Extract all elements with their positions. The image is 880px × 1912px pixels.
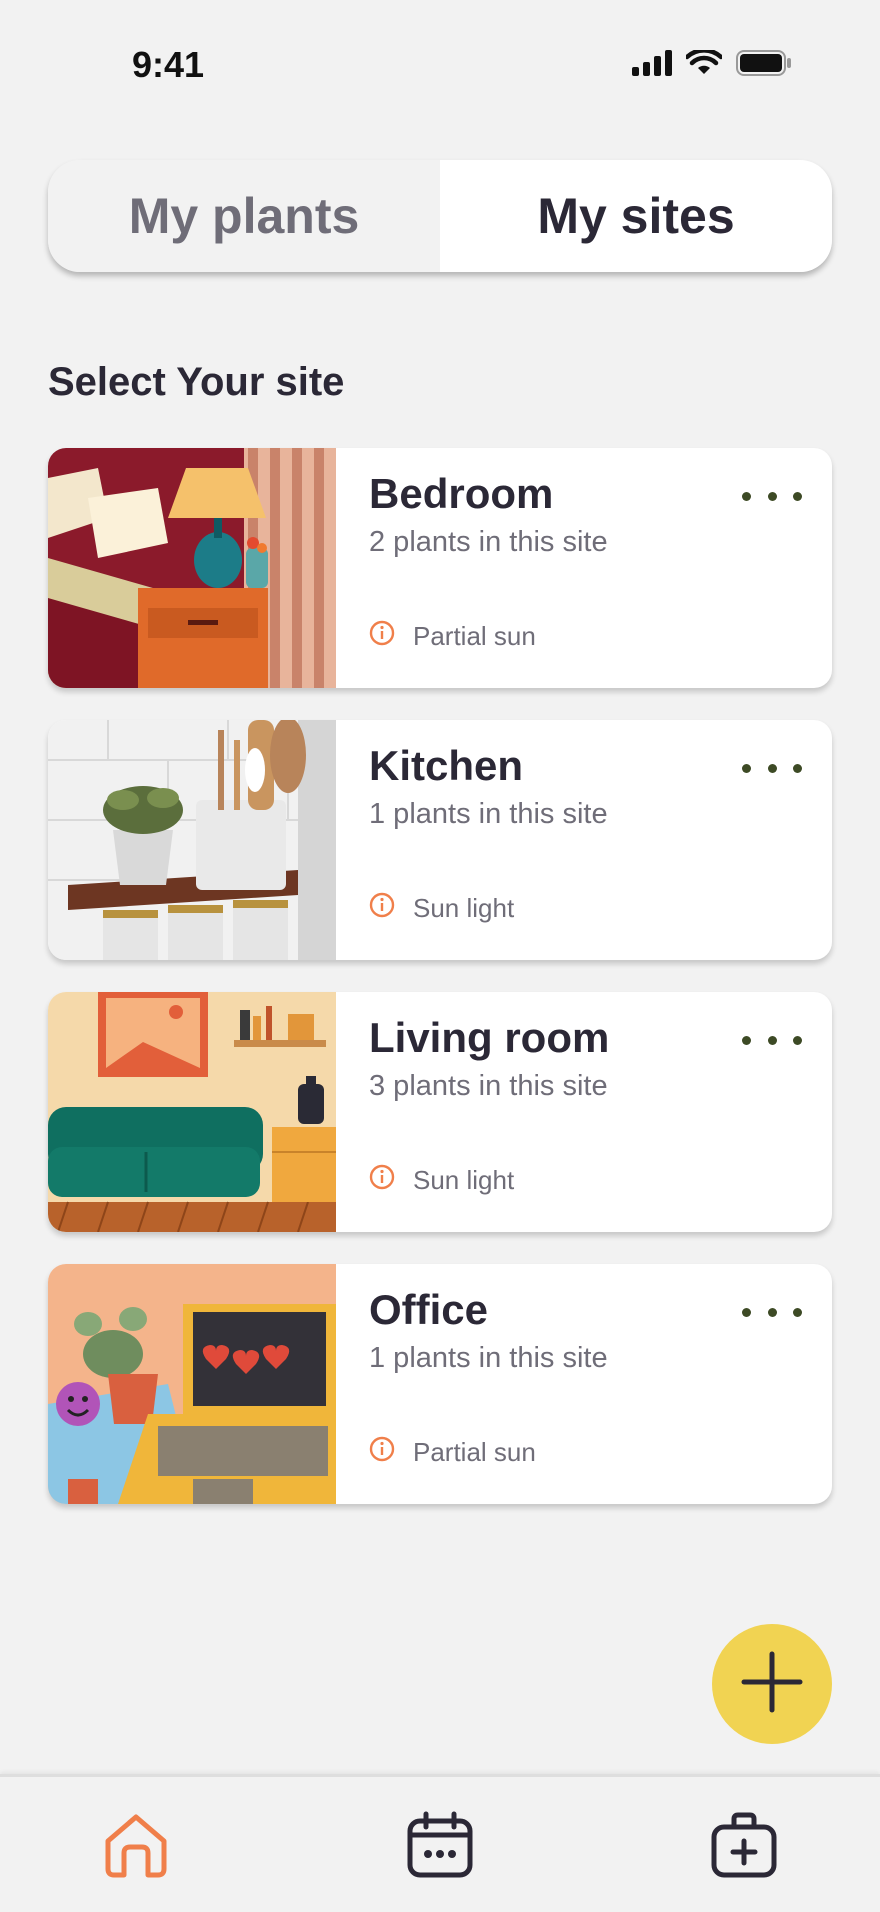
- site-card-office[interactable]: Office 1 plants in this site Partial sun: [48, 1264, 832, 1504]
- first-aid-kit-icon: [710, 1811, 778, 1884]
- nav-calendar[interactable]: [404, 1811, 476, 1883]
- plus-icon: [739, 1649, 805, 1720]
- site-card-kitchen[interactable]: Kitchen 1 plants in this site Sun light: [48, 720, 832, 960]
- site-plant-count: 1 plants in this site: [369, 798, 608, 830]
- site-light-label: Partial sun: [413, 621, 536, 651]
- status-time: 9:41: [132, 44, 205, 85]
- site-light-label: Sun light: [413, 893, 515, 923]
- site-plant-count: 3 plants in this site: [369, 1070, 608, 1102]
- site-light-label: Sun light: [413, 1165, 515, 1195]
- site-name: Office: [369, 1286, 489, 1333]
- site-card-living-room[interactable]: Living room 3 plants in this site Sun li…: [48, 992, 832, 1232]
- site-light-condition: Partial sun: [369, 1436, 536, 1469]
- info-icon: [369, 1164, 395, 1197]
- bottom-navigation: [0, 1774, 880, 1912]
- site-name: Kitchen: [369, 742, 524, 789]
- nav-plant-care[interactable]: [708, 1811, 780, 1883]
- add-site-button[interactable]: [712, 1624, 832, 1744]
- status-bar: 9:41: [0, 0, 880, 130]
- wifi-icon: [684, 48, 724, 81]
- more-options-button[interactable]: [742, 758, 802, 778]
- tab-my-plants[interactable]: My plants: [48, 160, 440, 272]
- site-plant-count: 2 plants in this site: [369, 526, 608, 558]
- nav-home[interactable]: [100, 1811, 172, 1883]
- tab-my-sites[interactable]: My sites: [440, 160, 832, 272]
- home-icon: [102, 1811, 170, 1884]
- info-icon: [369, 620, 395, 653]
- more-options-button[interactable]: [742, 1302, 802, 1322]
- more-options-button[interactable]: [742, 486, 802, 506]
- info-icon: [369, 892, 395, 925]
- section-title: Select Your site: [48, 360, 345, 404]
- more-options-button[interactable]: [742, 1030, 802, 1050]
- battery-icon: [736, 50, 792, 81]
- living-room-illustration: [48, 992, 336, 1232]
- status-icons: [632, 48, 792, 81]
- cellular-signal-icon: [632, 50, 672, 81]
- site-name: Bedroom: [369, 470, 554, 517]
- site-light-label: Partial sun: [413, 1437, 536, 1467]
- site-light-condition: Sun light: [369, 892, 514, 925]
- site-light-condition: Sun light: [369, 1164, 514, 1197]
- site-name: Living room: [369, 1014, 610, 1061]
- calendar-icon: [406, 1811, 474, 1884]
- site-plant-count: 1 plants in this site: [369, 1342, 608, 1374]
- office-illustration: [48, 1264, 336, 1504]
- bedroom-illustration: [48, 448, 336, 688]
- site-card-bedroom[interactable]: Bedroom 2 plants in this site Partial su…: [48, 448, 832, 688]
- site-light-condition: Partial sun: [369, 620, 536, 653]
- info-icon: [369, 1436, 395, 1469]
- segmented-control: My plants My sites: [48, 160, 832, 272]
- kitchen-illustration: [48, 720, 336, 960]
